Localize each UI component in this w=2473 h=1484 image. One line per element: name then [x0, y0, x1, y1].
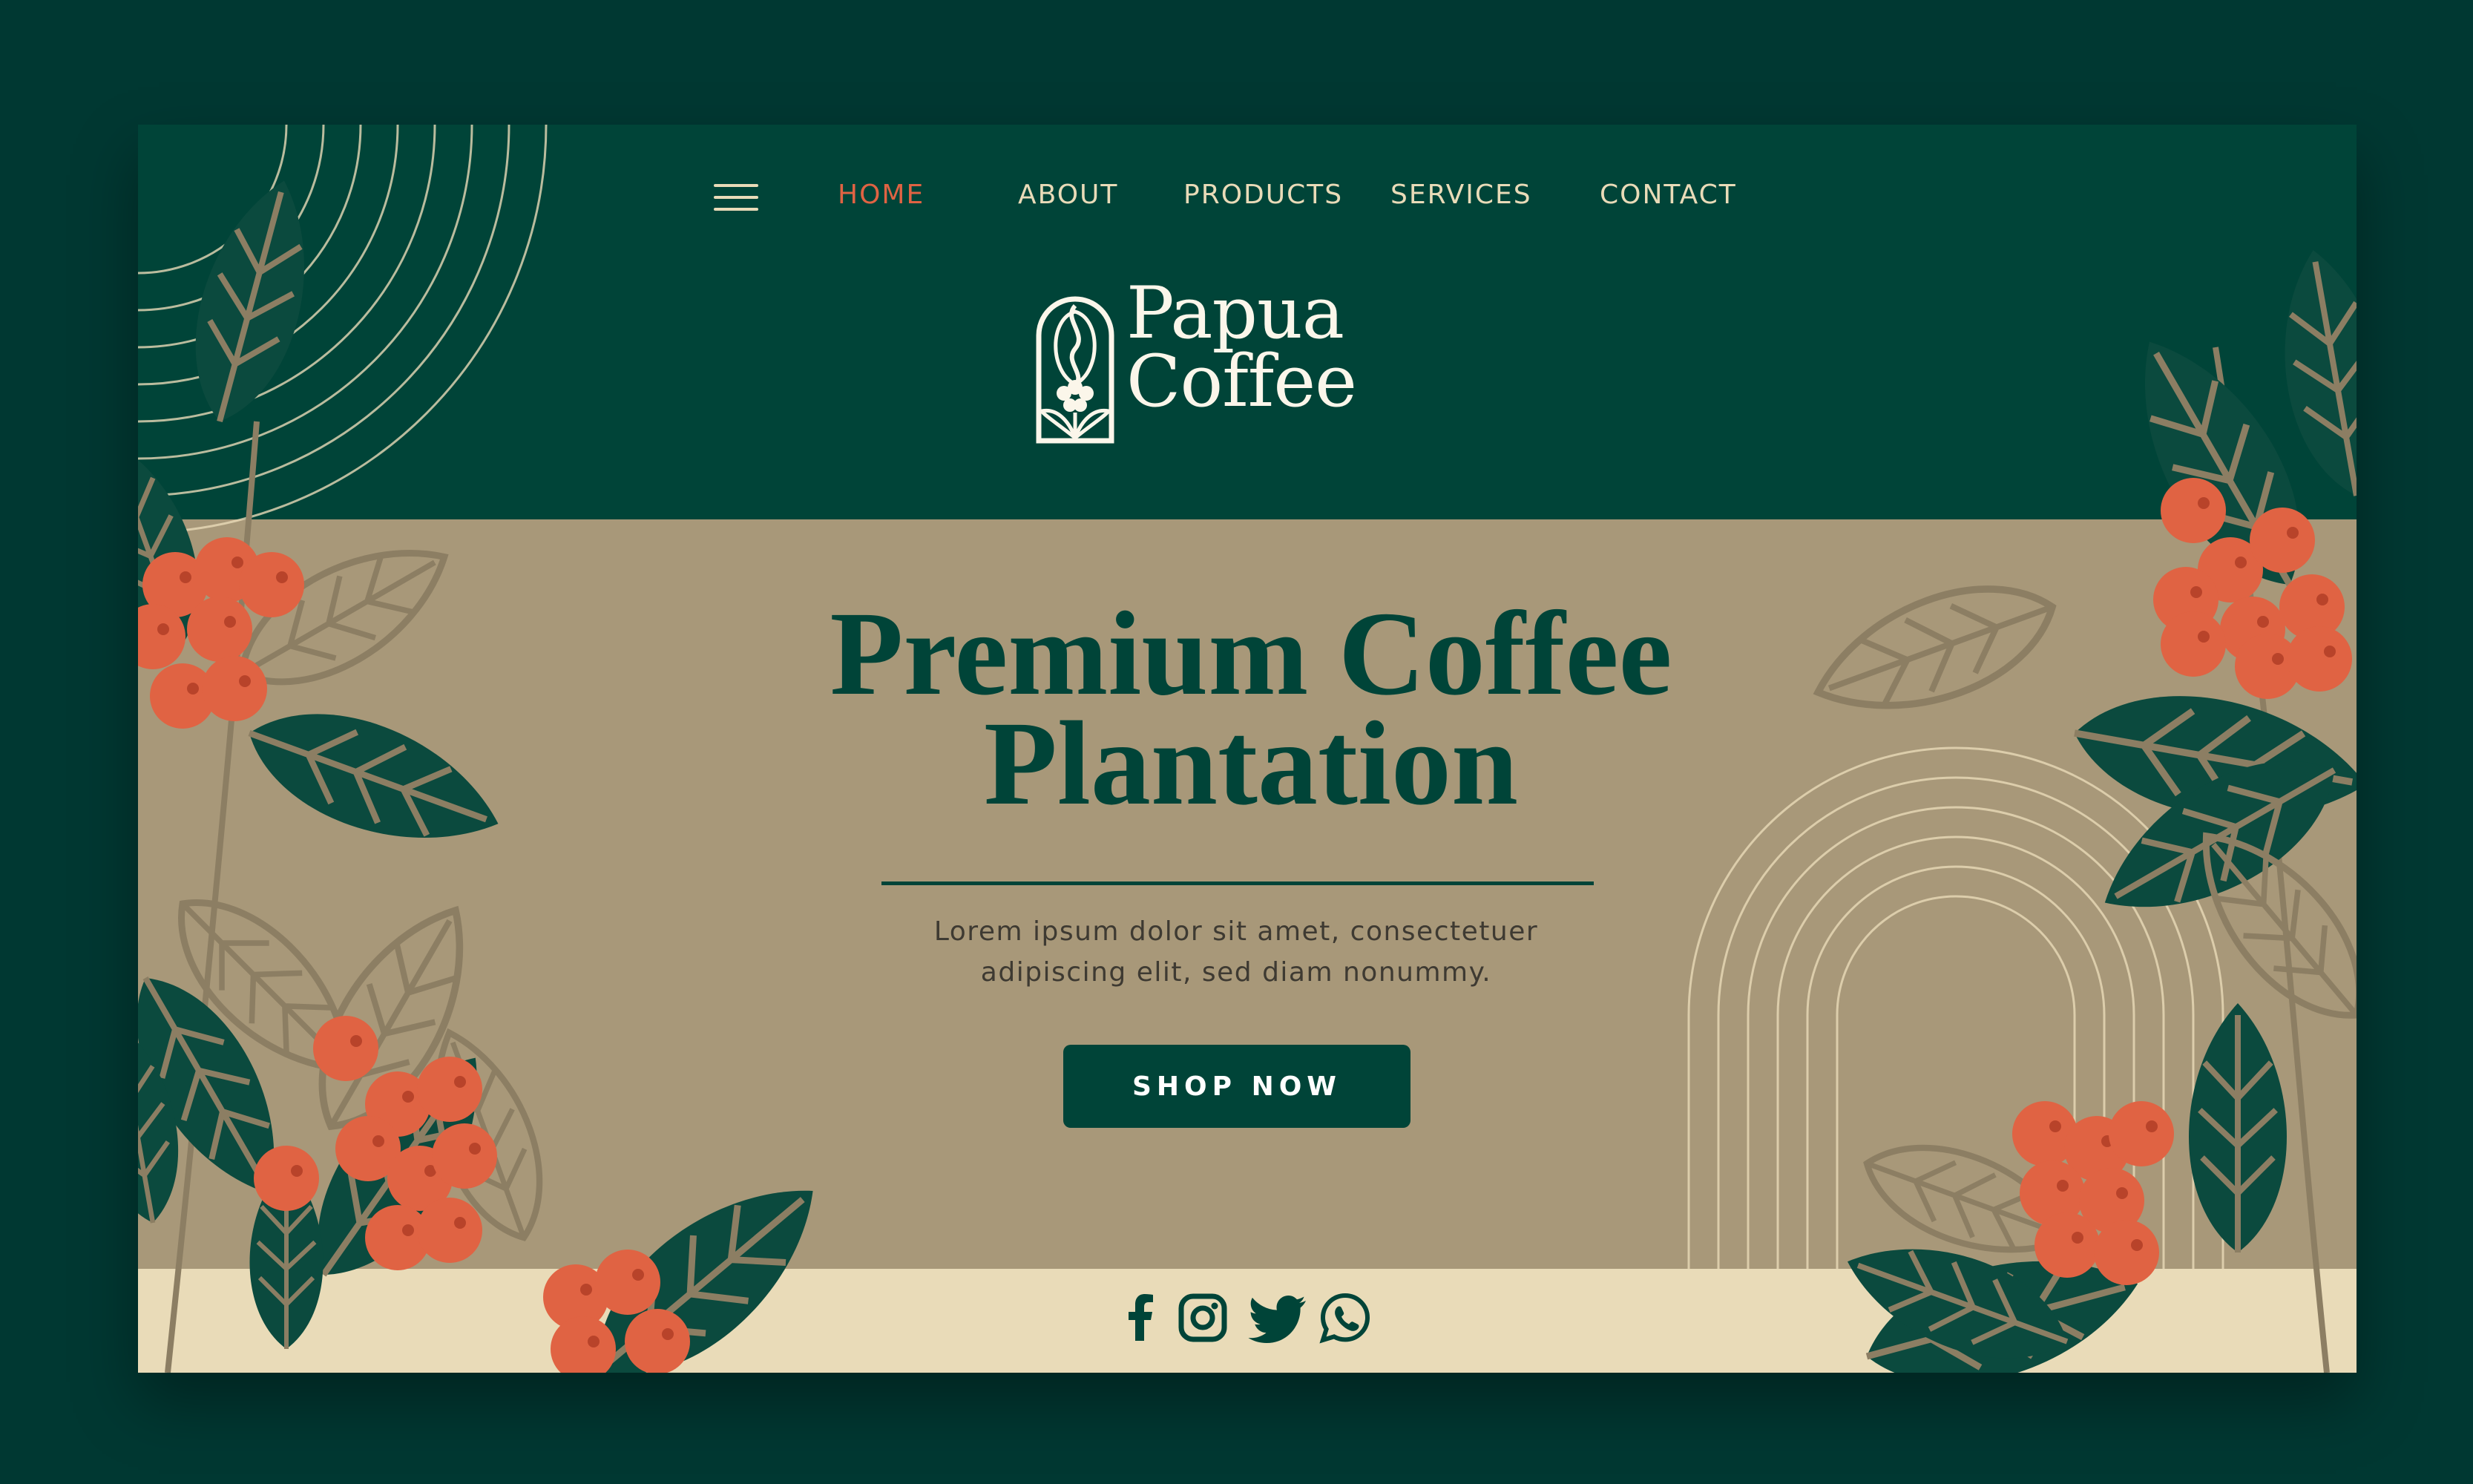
whatsapp-icon[interactable] [1319, 1292, 1371, 1344]
shop-now-button[interactable]: SHOP NOW [1063, 1045, 1410, 1128]
instagram-icon[interactable] [1177, 1292, 1229, 1344]
hero-title: Premium Coffee Plantation [657, 588, 1845, 830]
hero-subtitle: Lorem ipsum dolor sit amet, consectetuer… [806, 911, 1666, 993]
hero-subtitle-line1: Lorem ipsum dolor sit amet, consectetuer [933, 916, 1539, 947]
top-nav: HOME ABOUT PRODUCTS SERVICES CONTACT [138, 154, 2357, 236]
nav-contact[interactable]: CONTACT [1600, 180, 1737, 210]
landing-page-frame: HOME ABOUT PRODUCTS SERVICES CONTACT Pap… [138, 125, 2357, 1373]
coffee-bean-arch-logo [1036, 296, 1114, 444]
hero-subtitle-line2: adipiscing elit, sed diam nonummy. [980, 957, 1492, 988]
hero-divider [881, 881, 1594, 885]
nav-services[interactable]: SERVICES [1390, 180, 1532, 210]
brand-line2: Coffee [1126, 340, 1357, 423]
brand-line1: Papua [1126, 272, 1344, 355]
twitter-icon[interactable] [1248, 1292, 1307, 1344]
nav-products[interactable]: PRODUCTS [1183, 180, 1343, 210]
hero-title-line1: Premium Coffee [830, 588, 1672, 720]
brand-logo[interactable]: Papua Coffee [1034, 278, 1450, 445]
hero-title-line2: Plantation [983, 697, 1519, 830]
hamburger-menu-icon[interactable] [714, 184, 758, 211]
brand-name: Papua Coffee [1126, 272, 1357, 423]
facebook-icon[interactable] [1114, 1292, 1166, 1344]
nav-about[interactable]: ABOUT [1018, 180, 1118, 210]
nav-home[interactable]: HOME [838, 180, 924, 210]
